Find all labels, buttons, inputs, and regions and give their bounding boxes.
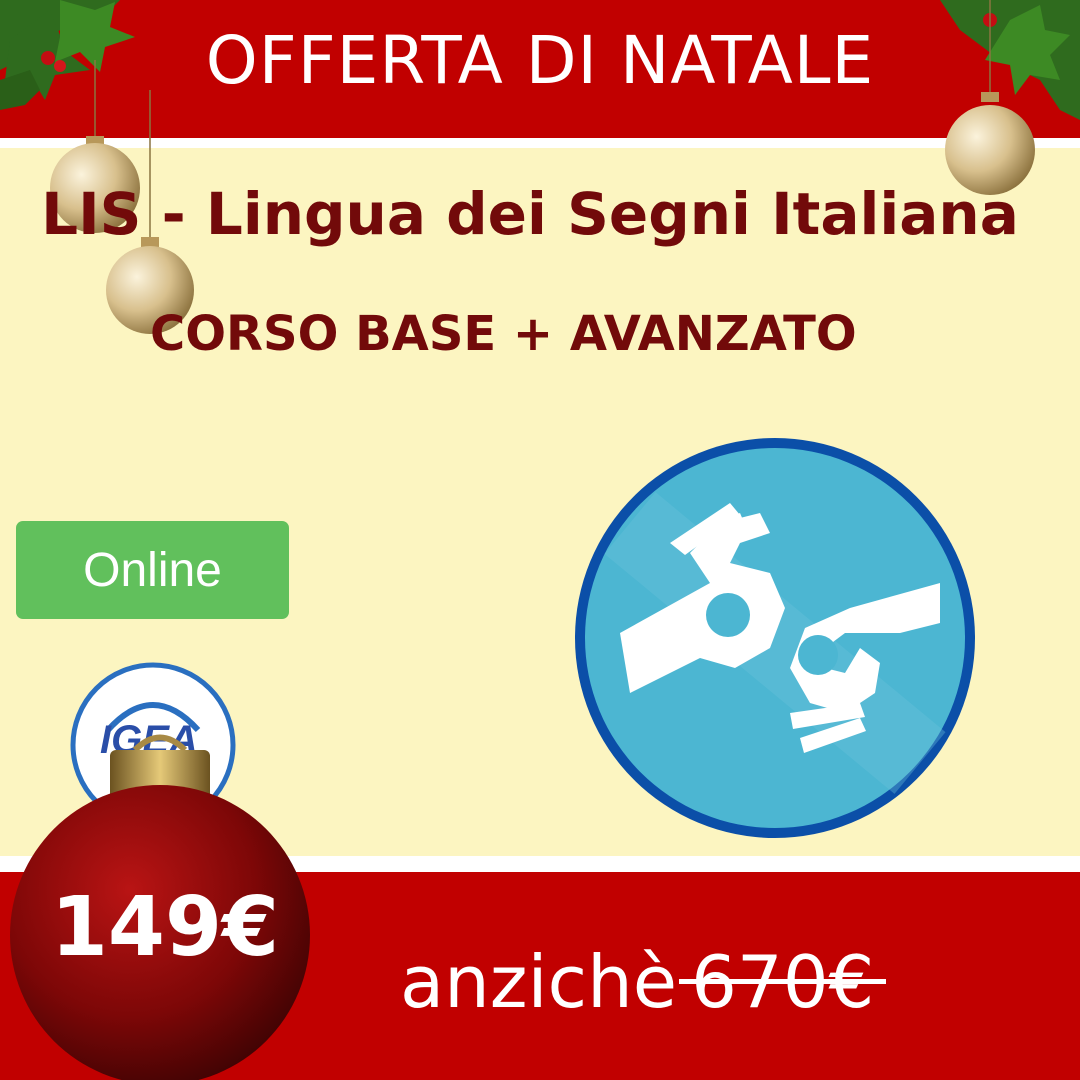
headline: OFFERTA DI NATALE xyxy=(205,22,875,99)
compare-price: anzichè 670€ xyxy=(400,940,874,1024)
old-price: 670€ xyxy=(691,940,875,1024)
christmas-bauble-icon xyxy=(945,0,1035,195)
compare-prefix: anzichè xyxy=(400,940,678,1024)
promo-canvas: OFFERTA DI NATALE LIS - Lingua dei Segni… xyxy=(0,0,1080,1080)
course-subtitle: CORSO BASE + AVANZATO xyxy=(150,306,857,362)
price: 149€ xyxy=(50,880,280,975)
course-title: LIS - Lingua dei Segni Italiana xyxy=(41,180,1019,248)
sign-language-hands-icon xyxy=(575,438,975,838)
online-badge: Online xyxy=(16,521,289,619)
